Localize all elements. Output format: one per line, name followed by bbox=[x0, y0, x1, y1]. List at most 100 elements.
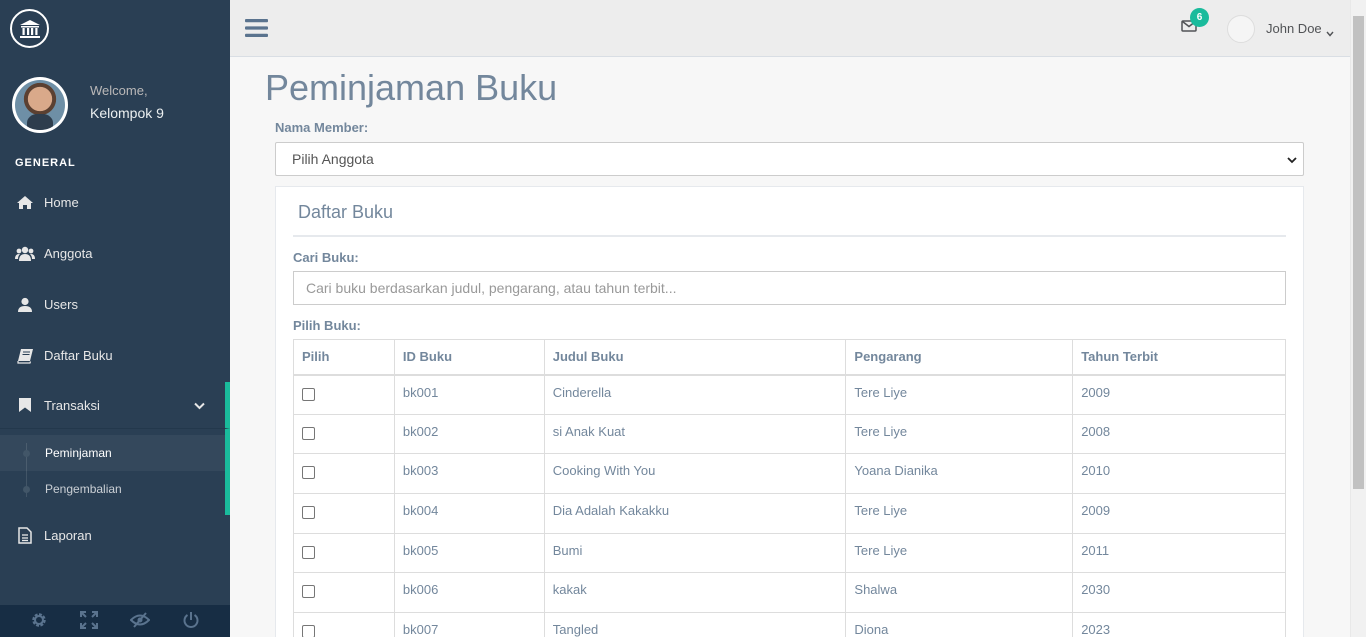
bookmark-icon bbox=[15, 395, 35, 415]
search-input[interactable] bbox=[293, 271, 1286, 305]
cell-author: Tere Liye bbox=[845, 413, 1074, 455]
sidebar-item-laporan[interactable]: Laporan bbox=[0, 515, 230, 555]
sidebar-item-label: Transaksi bbox=[44, 397, 100, 413]
sidebar-item-label: Daftar Buku bbox=[44, 348, 113, 363]
book-list-panel: Daftar Buku Cari Buku: Pilih Buku: Pilih… bbox=[275, 186, 1304, 637]
profile-name: Kelompok 9 bbox=[90, 105, 164, 121]
sidebar-item-label: Anggota bbox=[44, 246, 93, 261]
table-row: bk005 Bumi Tere Liye 2011 bbox=[293, 532, 1286, 574]
row-checkbox[interactable] bbox=[302, 585, 315, 599]
page-title: Peminjaman Buku bbox=[265, 67, 558, 108]
cell-title: kakak bbox=[543, 572, 847, 614]
cell-year: 2009 bbox=[1072, 374, 1286, 415]
menu-toggle-icon[interactable] bbox=[245, 18, 268, 41]
divider bbox=[293, 235, 1286, 237]
cell-author: Shalwa bbox=[845, 572, 1074, 614]
row-checkbox[interactable] bbox=[302, 545, 315, 559]
search-label: Cari Buku: bbox=[293, 250, 359, 265]
cell-title: Cinderella bbox=[543, 374, 847, 415]
table-row: bk006 kakak Shalwa 2030 bbox=[293, 572, 1286, 614]
cell-id: bk005 bbox=[393, 532, 545, 574]
table-row: bk004 Dia Adalah Kakakku Tere Liye 2009 bbox=[293, 493, 1286, 534]
member-select[interactable]: Pilih Anggota bbox=[275, 142, 1304, 176]
table-row: bk002 si Anak Kuat Tere Liye 2008 bbox=[293, 413, 1286, 455]
sidebar-item-daftar-buku[interactable]: Daftar Buku bbox=[0, 330, 230, 381]
row-checkbox[interactable] bbox=[302, 426, 315, 440]
table-header-row: Pilih ID Buku Judul Buku Pengarang Tahun… bbox=[293, 339, 1286, 376]
sidebar: Welcome, Kelompok 9 GENERAL Home Anggota… bbox=[0, 0, 230, 637]
chevron-down-icon[interactable] bbox=[1326, 25, 1334, 40]
column-header-author: Pengarang bbox=[845, 339, 1074, 376]
cell-title: Dia Adalah Kakakku bbox=[543, 493, 847, 534]
cell-year: 2008 bbox=[1072, 413, 1286, 455]
gear-icon[interactable] bbox=[30, 611, 48, 632]
user-menu-name[interactable]: John Doe bbox=[1266, 21, 1322, 36]
top-nav: 6 John Doe bbox=[230, 0, 1350, 57]
user-icon bbox=[15, 295, 35, 315]
section-title-general: GENERAL bbox=[15, 157, 76, 169]
sidebar-item-label: Home bbox=[44, 195, 79, 210]
power-icon[interactable] bbox=[182, 611, 200, 632]
column-header-id: ID Buku bbox=[393, 339, 545, 376]
welcome-text: Welcome, bbox=[90, 83, 148, 98]
book-table: Pilih ID Buku Judul Buku Pengarang Tahun… bbox=[293, 339, 1286, 637]
row-checkbox[interactable] bbox=[302, 466, 315, 480]
sidebar-item-home[interactable]: Home bbox=[0, 177, 230, 228]
sidebar-menu: Home Anggota Users Daftar Buku Transaksi bbox=[0, 177, 230, 555]
submenu-transaksi: Peminjaman Pengembalian bbox=[0, 428, 230, 515]
column-header-title: Judul Buku bbox=[543, 339, 847, 376]
scrollbar-thumb[interactable] bbox=[1353, 16, 1364, 489]
cell-id: bk004 bbox=[393, 493, 545, 534]
cell-author: Yoana Dianika bbox=[845, 453, 1074, 495]
table-row: bk007 Tangled Diona 2023 bbox=[293, 612, 1286, 637]
column-header-year: Tahun Terbit bbox=[1072, 339, 1286, 376]
cell-title: Cooking With You bbox=[543, 453, 847, 495]
chevron-down-icon bbox=[194, 398, 205, 413]
eye-slash-icon[interactable] bbox=[129, 611, 151, 631]
sidebar-item-users[interactable]: Users bbox=[0, 279, 230, 330]
brand[interactable] bbox=[0, 0, 230, 57]
cell-title: si Anak Kuat bbox=[543, 413, 847, 455]
page-scrollbar[interactable] bbox=[1350, 0, 1366, 637]
profile: Welcome, Kelompok 9 bbox=[0, 57, 230, 153]
sidebar-item-anggota[interactable]: Anggota bbox=[0, 228, 230, 279]
table-row: bk001 Cinderella Tere Liye 2009 bbox=[293, 374, 1286, 415]
row-checkbox[interactable] bbox=[302, 625, 315, 637]
cell-id: bk002 bbox=[393, 413, 545, 455]
panel-title: Daftar Buku bbox=[298, 202, 394, 222]
cell-year: 2011 bbox=[1072, 532, 1286, 574]
member-select-value: Pilih Anggota bbox=[292, 151, 374, 167]
row-checkbox[interactable] bbox=[302, 387, 315, 401]
cell-id: bk003 bbox=[393, 453, 545, 495]
cell-author: Tere Liye bbox=[845, 374, 1074, 415]
pick-book-label: Pilih Buku: bbox=[293, 318, 361, 333]
sidebar-item-transaksi[interactable]: Transaksi bbox=[0, 382, 230, 428]
mail-count-badge: 6 bbox=[1190, 8, 1209, 27]
home-icon bbox=[15, 193, 35, 213]
cell-year: 2009 bbox=[1072, 493, 1286, 534]
cell-author: Diona bbox=[845, 612, 1074, 637]
cell-author: Tere Liye bbox=[845, 532, 1074, 574]
cell-id: bk007 bbox=[393, 612, 545, 637]
cell-id: bk006 bbox=[393, 572, 545, 614]
fullscreen-icon[interactable] bbox=[80, 610, 98, 632]
cell-year: 2010 bbox=[1072, 453, 1286, 495]
users-icon bbox=[15, 244, 35, 264]
cell-title: Bumi bbox=[543, 532, 847, 574]
cell-title: Tangled bbox=[543, 612, 847, 637]
row-checkbox[interactable] bbox=[302, 506, 315, 520]
cell-year: 2023 bbox=[1072, 612, 1286, 637]
sidebar-subitem-peminjaman[interactable]: Peminjaman bbox=[0, 435, 225, 471]
column-header-pilih: Pilih bbox=[293, 339, 395, 376]
chevron-down-icon bbox=[1285, 153, 1299, 170]
cell-id: bk001 bbox=[393, 374, 545, 415]
book-icon bbox=[15, 346, 35, 366]
sidebar-subitem-pengembalian[interactable]: Pengembalian bbox=[0, 471, 225, 507]
avatar bbox=[12, 77, 68, 133]
bank-logo-icon[interactable] bbox=[10, 9, 49, 48]
member-label: Nama Member: bbox=[275, 120, 369, 135]
sidebar-item-label: Laporan bbox=[44, 527, 92, 543]
user-avatar[interactable] bbox=[1227, 15, 1255, 43]
main-content: Peminjaman Buku Nama Member: Pilih Anggo… bbox=[230, 57, 1350, 637]
table-row: bk003 Cooking With You Yoana Dianika 201… bbox=[293, 453, 1286, 495]
